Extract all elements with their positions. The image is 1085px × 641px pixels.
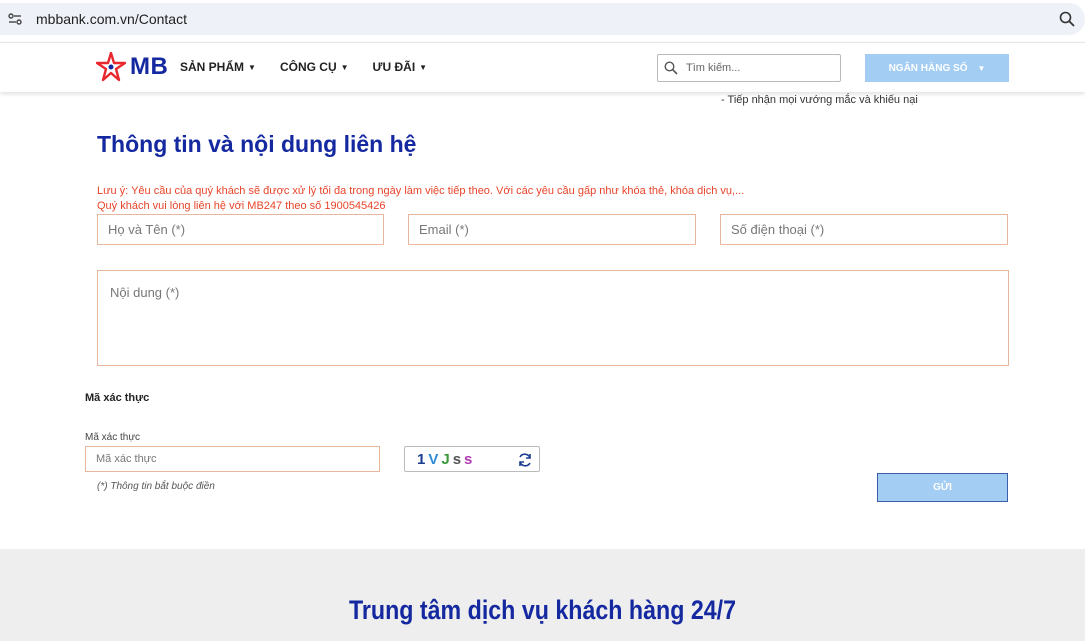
captcha-input-wrap	[85, 446, 380, 472]
nav-label: ƯU ĐÃI	[372, 60, 416, 74]
url-text[interactable]: mbbank.com.vn/Contact	[36, 11, 187, 27]
phone-field-wrap	[720, 214, 1008, 245]
browser-url-bar: mbbank.com.vn/Contact	[0, 0, 1085, 40]
phone-field[interactable]	[721, 215, 1007, 244]
submit-button[interactable]: GỬI	[877, 473, 1008, 502]
page-title: Thông tin và nội dung liên hệ	[97, 131, 417, 157]
nav-label: CÔNG CỤ	[279, 60, 337, 74]
captcha-char: 1	[417, 451, 429, 468]
nav-item-products[interactable]: SẢN PHẨM ▼	[180, 60, 256, 74]
customer-service-band: Trung tâm dịch vụ khách hàng 24/7	[0, 549, 1085, 641]
captcha-code: 1VJss	[417, 451, 475, 468]
nav-label: SẢN PHẨM	[180, 60, 245, 74]
complaint-subnote: - Tiếp nhận mọi vướng mắc và khiếu nại	[721, 94, 918, 106]
name-field-wrap	[97, 214, 384, 245]
zoom-search-icon[interactable]	[1059, 11, 1075, 27]
site-settings-icon[interactable]	[8, 13, 22, 25]
captcha-label: Mã xác thực	[85, 432, 141, 443]
captcha-char: V	[428, 451, 442, 468]
captcha-input[interactable]	[86, 447, 379, 471]
nav-item-offers[interactable]: ƯU ĐÃI ▼	[373, 60, 428, 74]
customer-service-title: Trung tâm dịch vụ khách hàng 24/7	[348, 595, 737, 625]
caret-down-icon: ▼	[340, 62, 349, 72]
required-note: (*) Thông tin bắt buộc điền	[97, 481, 215, 492]
email-field-wrap	[408, 214, 696, 245]
warning-note-line: Quý khách vui lòng liên hệ với MB247 the…	[97, 200, 386, 212]
captcha-heading: Mã xác thực	[85, 392, 150, 404]
search-input[interactable]	[686, 59, 836, 77]
nav-item-tools[interactable]: CÔNG CỤ ▼	[280, 60, 349, 74]
content-field-wrap	[97, 270, 1009, 366]
digital-bank-label: NGÂN HÀNG SỐ	[888, 62, 968, 74]
site-header: MB SẢN PHẨM ▼ CÔNG CỤ ▼ ƯU ĐÃI ▼ NGÂN HÀ…	[0, 42, 1085, 92]
digital-bank-button[interactable]: NGÂN HÀNG SỐ ▼	[865, 54, 1009, 82]
warning-note-line: Lưu ý: Yêu cầu của quý khách sẽ được xử …	[97, 185, 745, 197]
caret-down-icon: ▼	[419, 62, 428, 72]
caret-down-icon: ▼	[248, 62, 256, 72]
captcha-char: s	[464, 451, 476, 468]
captcha-image: 1VJss	[404, 446, 540, 472]
content-textarea[interactable]	[98, 271, 1008, 365]
name-field[interactable]	[98, 215, 383, 244]
main-nav: SẢN PHẨM ▼ CÔNG CỤ ▼ ƯU ĐÃI ▼	[180, 60, 427, 74]
warning-note: Lưu ý: Yêu cầu của quý khách sẽ được xử …	[97, 184, 744, 214]
caret-down-icon: ▼	[977, 63, 986, 73]
address-bar[interactable]: mbbank.com.vn/Contact	[0, 3, 1085, 35]
mb-star-icon	[96, 52, 126, 82]
captcha-char: J	[441, 451, 453, 468]
site-search	[657, 54, 841, 82]
logo-text: MB	[130, 53, 169, 80]
mb-logo[interactable]: MB	[96, 51, 168, 83]
search-icon[interactable]	[664, 61, 678, 75]
captcha-char: s	[452, 451, 465, 468]
email-field[interactable]	[409, 215, 695, 244]
refresh-icon[interactable]	[517, 452, 533, 468]
